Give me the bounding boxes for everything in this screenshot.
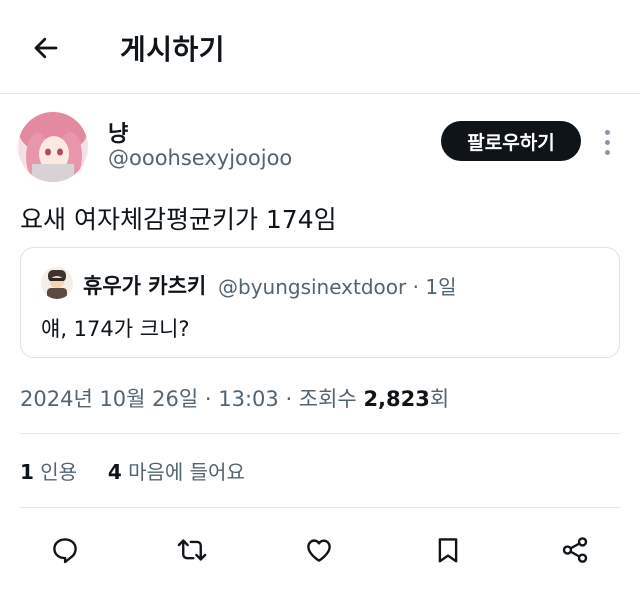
tweet-time[interactable]: 13:03	[218, 387, 279, 411]
like-button[interactable]	[299, 530, 339, 570]
tweet-date[interactable]: 2024년 10월 26일	[20, 387, 198, 411]
quote-author-avatar	[41, 267, 73, 299]
share-button[interactable]	[555, 530, 595, 570]
bookmark-button[interactable]	[428, 530, 468, 570]
like-icon	[307, 539, 331, 562]
quoted-tweet-card[interactable]: 휴우가 카츠키 @byungsinextdoor · 1일 얘, 174가 크니…	[20, 247, 620, 358]
retweet-button[interactable]	[172, 530, 212, 570]
quotes-count: 1	[20, 460, 34, 484]
meta-separator: ·	[198, 387, 219, 411]
quote-time: 1일	[425, 275, 457, 299]
views-count: 2,823	[363, 387, 430, 411]
meta-separator: ·	[278, 387, 299, 411]
more-vertical-icon	[604, 129, 610, 135]
reply-icon	[53, 538, 77, 564]
action-bar	[0, 520, 640, 576]
tweet-text: 요새 여자체감평균키가 174임	[20, 205, 337, 234]
tweet-meta: 2024년 10월 26일 · 13:03 · 조회수 2,823회	[20, 383, 449, 413]
likes-label: 마음에 들어요	[121, 460, 245, 484]
views-suffix: 회	[429, 387, 450, 411]
top-bar: 게시하기	[0, 0, 640, 94]
arrow-left-icon	[34, 37, 58, 59]
quote-author-name: 휴우가 카츠키	[83, 274, 207, 298]
views-label: 조회수	[298, 387, 364, 411]
quote-separator: ·	[406, 275, 426, 299]
likes-stat[interactable]: 4 마음에 들어요	[108, 460, 245, 484]
reply-button[interactable]	[45, 530, 85, 570]
retweet-icon	[177, 539, 207, 561]
back-button[interactable]	[22, 26, 70, 70]
author-handle[interactable]: @ooohsexyjoojoo	[108, 146, 292, 170]
divider	[20, 507, 620, 508]
author-display-name[interactable]: 냥	[108, 116, 128, 148]
follow-button[interactable]: 팔로우하기	[441, 121, 581, 161]
more-options-button[interactable]	[595, 126, 619, 158]
quotes-label: 인용	[33, 460, 78, 484]
author-avatar[interactable]	[18, 112, 88, 182]
quotes-stat[interactable]: 1 인용	[20, 460, 77, 484]
page-title: 게시하기	[120, 33, 226, 66]
share-icon	[562, 537, 588, 563]
quote-author-handle: @byungsinextdoor	[218, 275, 407, 299]
likes-count: 4	[107, 460, 122, 484]
bookmark-icon	[438, 538, 458, 563]
engagement-stats: 1 인용 4 마음에 들어요	[20, 456, 245, 485]
quote-text: 얘, 174가 크니?	[41, 317, 190, 341]
divider	[20, 433, 620, 434]
quote-author-meta: @byungsinextdoor · 1일	[218, 271, 456, 300]
